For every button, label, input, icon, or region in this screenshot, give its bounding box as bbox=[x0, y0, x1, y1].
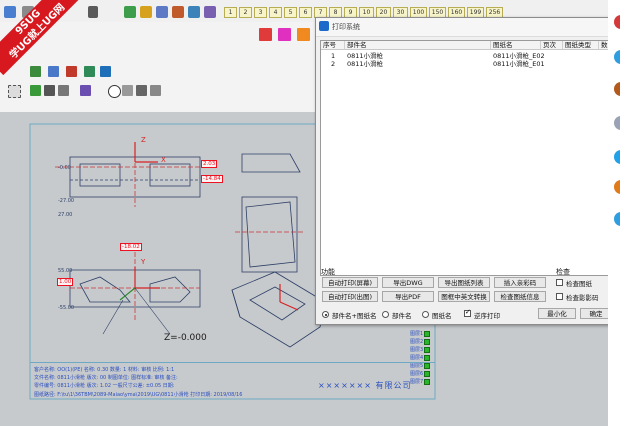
row-index: 2 bbox=[331, 60, 336, 68]
dim-label-9: -55.00 bbox=[58, 305, 75, 311]
check-shadow-checkbox[interactable] bbox=[556, 293, 563, 300]
row-part: 0811小滑枪 bbox=[347, 60, 384, 68]
axis-y-label: Y bbox=[141, 258, 146, 266]
export-sheet-list-button[interactable]: 导出图纸列表 bbox=[438, 277, 490, 288]
circle-icon[interactable] bbox=[108, 85, 121, 98]
layer-checkbox[interactable] bbox=[424, 331, 430, 337]
grid-icon[interactable] bbox=[30, 66, 41, 77]
radio-part-and-sheet-label: 部件名+图纸名 bbox=[332, 312, 377, 320]
col-page[interactable]: 页次 bbox=[541, 41, 563, 50]
col-type[interactable]: 图纸类型 bbox=[563, 41, 599, 50]
measure-icon[interactable] bbox=[136, 85, 147, 96]
table-icon[interactable] bbox=[66, 66, 77, 77]
iso-view-icon[interactable] bbox=[124, 6, 136, 18]
layer-number-button[interactable]: 5 bbox=[284, 7, 297, 18]
camera-icon[interactable] bbox=[150, 85, 161, 96]
auto-print-screen-button[interactable]: 自动打印(屏幕) bbox=[322, 277, 378, 288]
row-sheet: 0811小滑枪_E01 bbox=[493, 60, 545, 68]
minimize-button[interactable]: 最小化 bbox=[538, 308, 576, 319]
axis-x-label: X bbox=[161, 156, 166, 164]
app-icon bbox=[319, 21, 329, 31]
dim-label-5: -0.00 bbox=[58, 165, 71, 171]
layer-label: 图层3 bbox=[410, 347, 424, 353]
shaded-view-icon[interactable] bbox=[140, 6, 152, 18]
line-icon[interactable] bbox=[44, 85, 55, 96]
curve-icon[interactable] bbox=[58, 85, 69, 96]
title-row-2: 文件名称: 0811小滑枪 版次: 00 制图单位: 图样标准: 审核 备注: bbox=[34, 375, 178, 381]
col-index[interactable]: 序号 bbox=[321, 41, 345, 50]
reverse-print-label: 逆序打印 bbox=[474, 312, 500, 320]
dialog-titlebar[interactable]: 打印系统 bbox=[316, 18, 616, 37]
layer-checkbox[interactable] bbox=[424, 355, 430, 361]
arc-icon[interactable] bbox=[80, 85, 91, 96]
check-sheet-info-button[interactable]: 检查图纸信息 bbox=[494, 291, 546, 302]
select-box-icon[interactable] bbox=[8, 85, 21, 98]
row-index: 1 bbox=[331, 52, 336, 60]
radio-sheet-name[interactable] bbox=[422, 311, 429, 318]
check-sheet-label: 检查图纸 bbox=[566, 280, 592, 288]
color-red-button[interactable] bbox=[259, 28, 272, 41]
reverse-print-checkbox[interactable]: ✓ bbox=[464, 308, 471, 317]
dim-label-2: -14.84 bbox=[201, 175, 223, 183]
col-sheet[interactable]: 图纸名 bbox=[491, 41, 541, 50]
check-sheet-checkbox[interactable] bbox=[556, 279, 563, 286]
dim-label-6: -27.00 bbox=[58, 198, 75, 204]
left-toolbar-panel bbox=[0, 22, 315, 112]
sheet-cn-en-button[interactable]: 图框中英文转换 bbox=[438, 291, 490, 302]
radio-part-and-sheet[interactable] bbox=[322, 311, 329, 318]
title-row-3: 零件编号: 0811小滑枪 版次: 1.02 一般尺寸公差: ±0.05 日期: bbox=[34, 383, 175, 389]
function-group-label: 功能 bbox=[321, 268, 335, 276]
company-name: ××××××× 有限公司 bbox=[318, 381, 412, 390]
title-row-4: 图纸路径: F:\tu\1\36TBM\2089-Maiao\yma\2019\… bbox=[34, 392, 243, 398]
col-part[interactable]: 部件名 bbox=[345, 41, 491, 50]
check-mark-icon: ✓ bbox=[465, 308, 471, 316]
dim-label-7: 27.00 bbox=[58, 212, 73, 218]
layer-label: 图层4 bbox=[410, 355, 424, 361]
view-top-icon[interactable] bbox=[4, 6, 16, 18]
layer-checkbox[interactable] bbox=[424, 339, 430, 345]
print-dialog: 打印系统 序号 部件名 图纸名 页次 图纸类型 数 1 0811小滑枪 0811… bbox=[315, 17, 618, 325]
zero-z-label: Z=-0.000 bbox=[164, 333, 207, 343]
dim-label-1: 2.03 bbox=[201, 160, 218, 168]
dim-label-4: -18.02 bbox=[120, 243, 142, 251]
title-row-1: 客户名称: OO(1)(PE) 名称: 0.30 数量: 1 材料: 审核 比例… bbox=[34, 367, 175, 373]
check-group-label: 检查 bbox=[556, 268, 570, 276]
row-sheet: 0811小滑枪_E02 bbox=[493, 52, 545, 60]
radio-part-name-label: 部件名 bbox=[392, 312, 412, 320]
check-shadow-label: 检查影影码 bbox=[566, 294, 599, 302]
radio-part-name[interactable] bbox=[382, 311, 389, 318]
snap-point-icon[interactable] bbox=[30, 85, 41, 96]
chart-icon[interactable] bbox=[100, 66, 111, 77]
point-icon[interactable] bbox=[48, 66, 59, 77]
layer-number-button[interactable]: 2 bbox=[239, 7, 252, 18]
dialog-title: 打印系统 bbox=[332, 23, 360, 31]
layer-number-button[interactable]: 1 bbox=[224, 7, 237, 18]
view-list-icon[interactable] bbox=[88, 6, 98, 18]
dim-label-3: 1.00 bbox=[57, 278, 74, 286]
radio-sheet-name-label: 图纸名 bbox=[432, 312, 452, 320]
layout-icon[interactable] bbox=[84, 66, 95, 77]
layer-number-button[interactable]: 4 bbox=[269, 7, 282, 18]
cross-icon[interactable] bbox=[122, 85, 133, 96]
box-view-icon[interactable] bbox=[204, 6, 216, 18]
wire-view-icon[interactable] bbox=[156, 6, 168, 18]
auto-print-plot-button[interactable]: 自动打印(出图) bbox=[322, 291, 378, 302]
cube-view-icon[interactable] bbox=[188, 6, 200, 18]
dim-label-8: 55.00 bbox=[58, 268, 73, 274]
export-dwg-button[interactable]: 导出DWG bbox=[382, 277, 434, 288]
color-orange-button[interactable] bbox=[297, 28, 310, 41]
axis-z-label: Z bbox=[141, 136, 146, 144]
layer-number-button[interactable]: 3 bbox=[254, 7, 267, 18]
insert-sign-button[interactable]: 插入亲彩码 bbox=[494, 277, 546, 288]
layer-number-button[interactable]: 6 bbox=[299, 7, 312, 18]
export-pdf-button[interactable]: 导出PDF bbox=[382, 291, 434, 302]
layer-checkbox[interactable] bbox=[424, 347, 430, 353]
section-view-icon[interactable] bbox=[172, 6, 184, 18]
sheet-list[interactable]: 序号 部件名 图纸名 页次 图纸类型 数 1 0811小滑枪 0811小滑枪_E… bbox=[320, 40, 618, 276]
color-magenta-button[interactable] bbox=[278, 28, 291, 41]
row-part: 0811小滑枪 bbox=[347, 52, 384, 60]
layer-label: 图层1 bbox=[410, 331, 424, 337]
layer-label: 图层2 bbox=[410, 339, 424, 345]
